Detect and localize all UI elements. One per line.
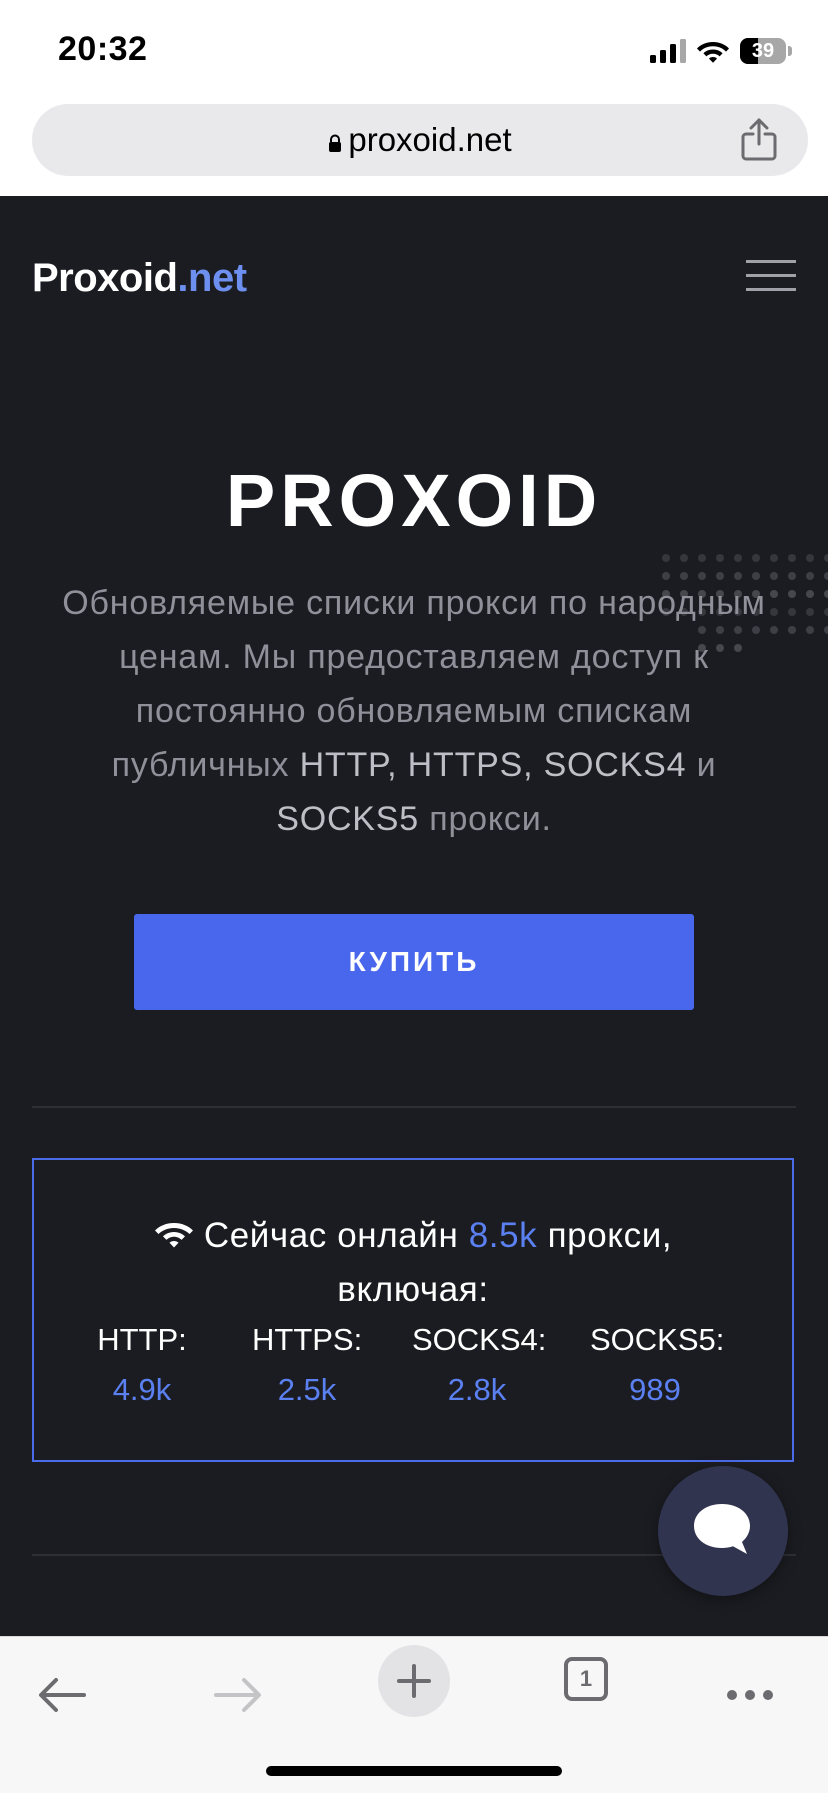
stat-https: HTTPS: 2.5k bbox=[252, 1322, 362, 1408]
more-button[interactable] bbox=[720, 1665, 780, 1725]
section-divider bbox=[32, 1106, 796, 1108]
hero-description: Обновляемые списки прокси по народным це… bbox=[60, 576, 768, 846]
stat-label: SOCKS4: bbox=[412, 1322, 547, 1357]
stat-value: 4.9k bbox=[112, 1372, 172, 1407]
stats-suffix: прокси, bbox=[547, 1216, 673, 1255]
site-logo[interactable]: Proxoid.net bbox=[32, 256, 247, 301]
hero-text-highlight: SOCKS5 bbox=[276, 800, 419, 838]
wifi-icon bbox=[697, 42, 729, 63]
stat-value: 989 bbox=[629, 1372, 681, 1407]
logo-tld: .net bbox=[177, 256, 247, 300]
wifi-icon bbox=[154, 1223, 193, 1248]
online-stats-box: Сейчас онлайн 8.5k прокси, включая: HTTP… bbox=[32, 1158, 794, 1462]
logo-main: Proxoid bbox=[32, 256, 178, 300]
hero-text-segment: прокси. bbox=[418, 800, 552, 838]
stats-total: 8.5k bbox=[468, 1216, 538, 1255]
home-indicator bbox=[266, 1766, 562, 1776]
chat-icon bbox=[694, 1504, 750, 1554]
stat-label: HTTP: bbox=[97, 1322, 187, 1357]
stat-label: SOCKS5: bbox=[590, 1322, 725, 1357]
address-bar[interactable]: proxoid.net bbox=[32, 104, 808, 176]
stats-including: включая: bbox=[337, 1270, 489, 1309]
signal-icon bbox=[650, 39, 686, 63]
status-time: 20:32 bbox=[58, 30, 148, 68]
more-icon bbox=[727, 1690, 773, 1700]
hero-title: PROXOID bbox=[225, 459, 603, 542]
battery-level: 39 bbox=[751, 40, 775, 62]
stats-headline: Сейчас онлайн 8.5k прокси, bbox=[34, 1216, 792, 1256]
hero-text-highlight: HTTP, HTTPS, SOCKS4 bbox=[299, 746, 687, 784]
share-icon[interactable] bbox=[740, 118, 778, 162]
forward-icon bbox=[214, 1678, 261, 1712]
browser-address-area: proxoid.net bbox=[0, 98, 828, 196]
status-icons: 39 bbox=[650, 34, 792, 68]
menu-icon[interactable] bbox=[746, 258, 796, 294]
stat-http: HTTP: 4.9k bbox=[94, 1322, 190, 1408]
new-tab-button[interactable] bbox=[378, 1645, 450, 1717]
stat-socks5: SOCKS5: 989 bbox=[590, 1322, 725, 1408]
battery-icon: 39 bbox=[740, 38, 792, 64]
back-button[interactable] bbox=[32, 1665, 92, 1725]
stat-socks4: SOCKS4: 2.8k bbox=[412, 1322, 547, 1408]
status-bar: 20:32 39 bbox=[0, 0, 828, 98]
url-text: proxoid.net bbox=[348, 121, 512, 158]
stat-value: 2.8k bbox=[447, 1372, 507, 1407]
stat-label: HTTPS: bbox=[252, 1322, 363, 1357]
plus-icon bbox=[397, 1664, 431, 1698]
lock-icon bbox=[329, 134, 342, 152]
chat-widget-button[interactable] bbox=[658, 1466, 788, 1596]
web-page: Proxoid.net PROXOID Обновляемые списки п… bbox=[0, 196, 828, 1636]
tabs-button[interactable]: 1 bbox=[564, 1657, 608, 1701]
forward-button[interactable] bbox=[208, 1665, 268, 1725]
buy-button[interactable]: КУПИТЬ bbox=[134, 914, 694, 1010]
hero-text-segment: и bbox=[686, 746, 717, 784]
back-icon bbox=[39, 1678, 86, 1712]
stats-prefix: Сейчас онлайн bbox=[203, 1216, 459, 1255]
stat-value: 2.5k bbox=[277, 1372, 337, 1407]
